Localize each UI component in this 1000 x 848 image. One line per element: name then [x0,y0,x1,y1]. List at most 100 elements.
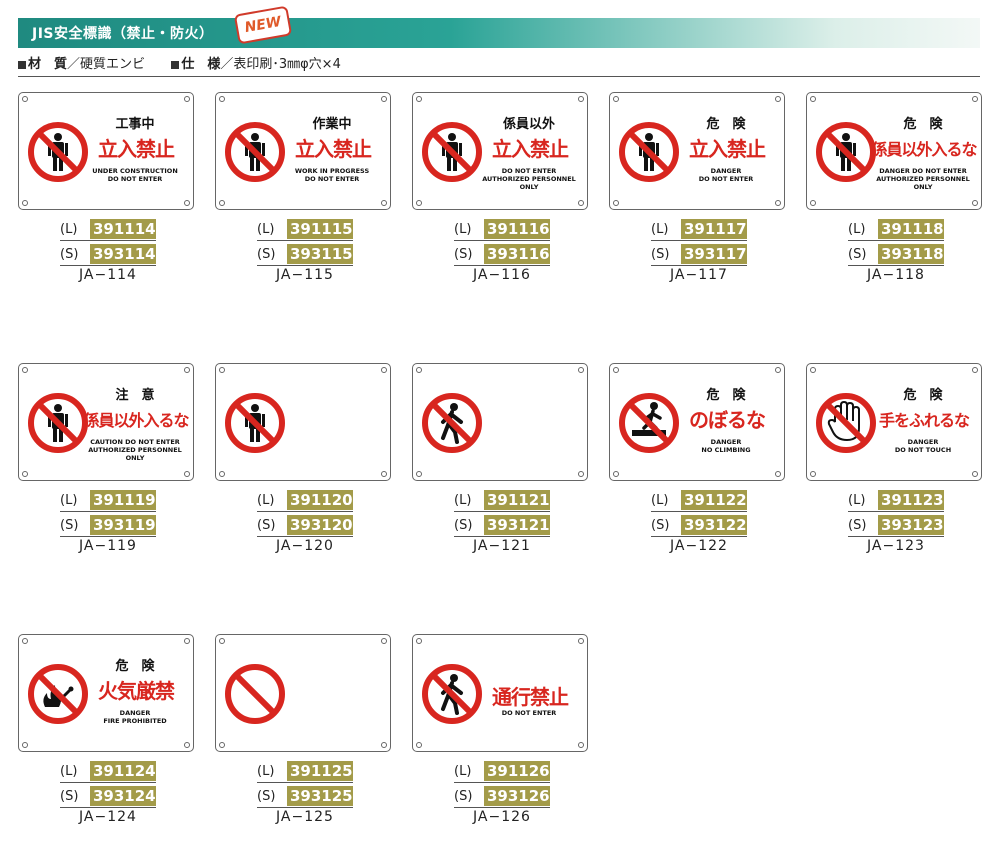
mount-hole [775,367,781,373]
size-label: (S) [60,788,79,804]
sign-main-text: 立入禁止 [689,137,766,161]
mount-hole [810,367,816,373]
spec-line: 材 質／硬質エンビ 仕 様／表印刷･3㎜φ穴×4 [18,53,341,72]
product-code: 391124 [90,761,156,781]
sign-image [215,363,391,481]
sign-image: 作業中 立入禁止 WORK IN PROGRESS DO NOT ENTER [215,92,391,210]
prohibition-person-icon [618,121,680,183]
sign-heading: 危 険 [903,117,943,132]
prohibition-person-icon [224,121,286,183]
spec-label: 仕 様 [181,57,221,72]
product-codes: (L) 391115 (S) 393115 JA−115 [257,218,353,283]
code-row-small: (S) 393120 [257,514,353,537]
product-codes: (L) 391125 (S) 393125 JA−125 [257,760,353,825]
model-number: JA−116 [473,267,531,283]
code-row-large: (L) 391119 [60,489,156,512]
product-card: (L) 391121 (S) 393121 JA−121 [412,363,588,554]
sign-heading: 注 意 [115,388,155,403]
mount-hole [184,471,190,477]
sign-heading: 工事中 [115,117,155,132]
mount-hole [578,638,584,644]
mount-hole [613,200,619,206]
product-card: (L) 391125 (S) 393125 JA−125 [215,634,391,825]
mount-hole [578,471,584,477]
size-label: (L) [60,221,78,237]
mount-hole [22,471,28,477]
mount-hole [972,367,978,373]
code-row-large: (L) 391116 [454,218,550,241]
mount-hole [219,96,225,102]
product-code: 391115 [287,219,353,239]
size-label: (L) [848,221,866,237]
code-row-large: (L) 391123 [848,489,944,512]
product-card: 危 険係員以外入るな DANGER DO NOT ENTER AUTHORIZED… [806,92,982,283]
sign-heading: 危 険 [115,659,155,674]
mount-hole [775,96,781,102]
mount-hole [578,96,584,102]
model-number: JA−123 [867,538,925,554]
sign-english-text: DANGER DO NOT TOUCH [894,438,952,454]
spec-value: ／表印刷･3㎜φ穴×4 [220,57,341,72]
sign-english-text: DO NOT ENTER AUTHORIZED PERSONNEL ONLY [482,167,576,191]
code-row-small: (S) 393118 [848,243,944,266]
mount-hole [613,367,619,373]
mount-hole [810,200,816,206]
sign-english-text: DANGER DO NOT ENTER [698,167,754,183]
mount-hole [972,96,978,102]
sign-heading: 係員以外 [502,117,555,132]
sign-heading: 作業中 [312,117,352,132]
product-code: 391118 [878,219,944,239]
product-card: (L) 391120 (S) 393120 JA−120 [215,363,391,554]
mount-hole [22,200,28,206]
prohibition-climber-icon [618,392,680,454]
product-code: 393117 [681,244,747,264]
section-header: JIS安全標識（禁止・防火） NEW [18,5,980,48]
product-code: 391114 [90,219,156,239]
product-card: 通行禁止 DO NOT ENTER (L) 391126 (S) 393126 JA−126 [412,634,588,825]
mount-hole [810,96,816,102]
size-label: (L) [454,492,472,508]
mount-hole [381,96,387,102]
code-row-large: (L) 391125 [257,760,353,783]
sign-image: 危 険立入禁止 DANGER DO NOT ENTER [609,92,785,210]
sign-main-text: 立入禁止 [98,137,175,161]
product-code: 393121 [484,515,550,535]
product-codes: (L) 391122 (S) 393122 JA−122 [651,489,747,554]
size-label: (S) [257,246,276,262]
size-label: (S) [257,788,276,804]
sign-image: 注 意係員以外入るな CAUTION DO NOT ENTER AUTHORIZE… [18,363,194,481]
sign-heading: 危 険 [706,117,746,132]
size-label: (S) [848,246,867,262]
mount-hole [416,200,422,206]
code-row-small: (S) 393121 [454,514,550,537]
sign-main-text: 手をふれるな [878,411,970,430]
product-code: 393116 [484,244,550,264]
product-codes: (L) 391117 (S) 393117 JA−117 [651,218,747,283]
mount-hole [416,638,422,644]
size-label: (S) [651,517,670,533]
product-card: 危 険のぼるな DANGER NO CLIMBING (L) 391122 (S) 393… [609,363,785,554]
product-code: 391126 [484,761,550,781]
product-code: 393124 [90,786,156,806]
prohibition-person-icon [421,121,483,183]
mount-hole [381,200,387,206]
mount-hole [381,367,387,373]
sign-main-text: 立入禁止 [492,137,569,161]
sign-image: 危 険係員以外入るな DANGER DO NOT ENTER AUTHORIZED… [806,92,982,210]
product-code: 393125 [287,786,353,806]
size-label: (L) [454,763,472,779]
prohibition-walker-icon [421,663,483,725]
size-label: (S) [651,246,670,262]
bullet-square-icon [18,60,26,69]
size-label: (S) [454,517,473,533]
mount-hole [22,367,28,373]
bullet-square-icon [171,60,180,69]
product-code: 391122 [681,490,747,510]
prohibition-blank-icon [224,663,286,725]
size-label: (L) [651,221,669,237]
size-label: (S) [848,517,867,533]
prohibition-person-icon [224,392,286,454]
size-label: (L) [257,763,275,779]
mount-hole [381,638,387,644]
product-codes: (L) 391126 (S) 393126 JA−126 [454,760,550,825]
